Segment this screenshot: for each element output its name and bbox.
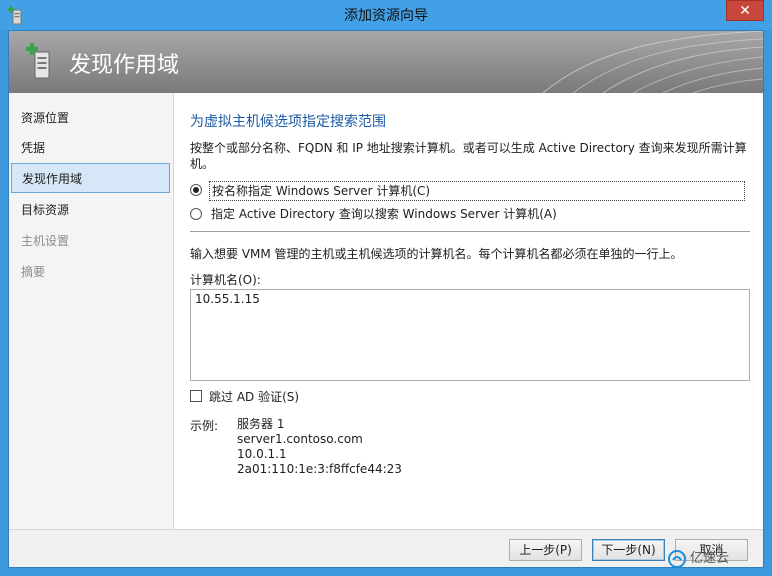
close-button[interactable]: ✕ (726, 0, 764, 21)
banner-title: 发现作用域 (69, 53, 180, 78)
wizard-footer: 上一步(P) 下一步(N) 取消 (9, 529, 763, 567)
skip-ad-verification-checkbox[interactable] (190, 390, 202, 402)
wizard-steps-sidebar: 资源位置 凭据 发现作用域 目标资源 主机设置 摘要 (9, 93, 174, 529)
sidebar-item-resource-location[interactable]: 资源位置 (11, 103, 170, 133)
example-item: 10.0.1.1 (237, 447, 287, 461)
radio-specify-by-name[interactable]: 按名称指定 Windows Server 计算机(C) (190, 181, 750, 201)
page-description: 按整个或部分名称、FQDN 和 IP 地址搜索计算机。或者可以生成 Active… (190, 141, 747, 171)
server-add-icon (26, 43, 50, 79)
example-item: 2a01:110:1e:3:f8ffcfe44:23 (237, 462, 402, 476)
watermark-text: 亿速云 (690, 551, 730, 566)
wizard-window: 添加资源向导 ✕ 发现作用域 资源位置 凭据 发现作用域 目标资源 主机设置 摘… (0, 0, 772, 576)
skip-ad-verification-label: 跳过 AD 验证(S) (209, 390, 300, 404)
cloud-logo-icon (668, 549, 686, 568)
sidebar-item-host-settings: 主机设置 (21, 234, 70, 248)
page-heading: 为虚拟主机候选项指定搜索范围 (190, 114, 386, 130)
previous-button[interactable]: 上一步(P) (509, 539, 582, 561)
title-bar[interactable]: 添加资源向导 ✕ (0, 0, 772, 30)
sidebar-item-discovery-scope[interactable]: 发现作用域 (11, 163, 170, 193)
next-button[interactable]: 下一步(N) (592, 539, 665, 561)
instruction-text: 输入想要 VMM 管理的主机或主机候选项的计算机名。每个计算机名都必须在单独的一… (190, 247, 683, 261)
example-label: 示例: (190, 419, 219, 433)
example-item: server1.contoso.com (237, 432, 363, 446)
banner-decoration (542, 31, 763, 93)
sidebar-item-target-resources[interactable]: 目标资源 (11, 195, 170, 225)
radio-button-unselected[interactable] (190, 208, 202, 220)
sidebar-item-summary: 摘要 (21, 265, 46, 279)
radio-label-specify-by-name: 按名称指定 Windows Server 计算机(C) (209, 181, 745, 201)
computer-names-input[interactable]: 10.55.1.15 (190, 289, 750, 381)
radio-ad-query[interactable]: 指定 Active Directory 查询以搜索 Windows Server… (190, 205, 750, 223)
radio-button-selected[interactable] (190, 184, 202, 196)
computer-names-label: 计算机名(O): (190, 273, 261, 287)
radio-label-ad-query: 指定 Active Directory 查询以搜索 Windows Server… (211, 207, 557, 221)
wizard-main-panel: 为虚拟主机候选项指定搜索范围 按整个或部分名称、FQDN 和 IP 地址搜索计算… (175, 93, 763, 529)
wizard-client-area: 发现作用域 资源位置 凭据 发现作用域 目标资源 主机设置 摘要 为虚拟主机候选… (8, 30, 764, 568)
watermark: 亿速云 (668, 547, 768, 571)
section-divider (190, 231, 750, 232)
sidebar-item-credentials[interactable]: 凭据 (11, 133, 170, 163)
wizard-banner: 发现作用域 (9, 31, 763, 93)
example-list: 服务器 1 server1.contoso.com 10.0.1.1 2a01:… (237, 417, 402, 477)
example-item: 服务器 1 (237, 417, 285, 431)
window-title: 添加资源向导 (344, 8, 428, 24)
